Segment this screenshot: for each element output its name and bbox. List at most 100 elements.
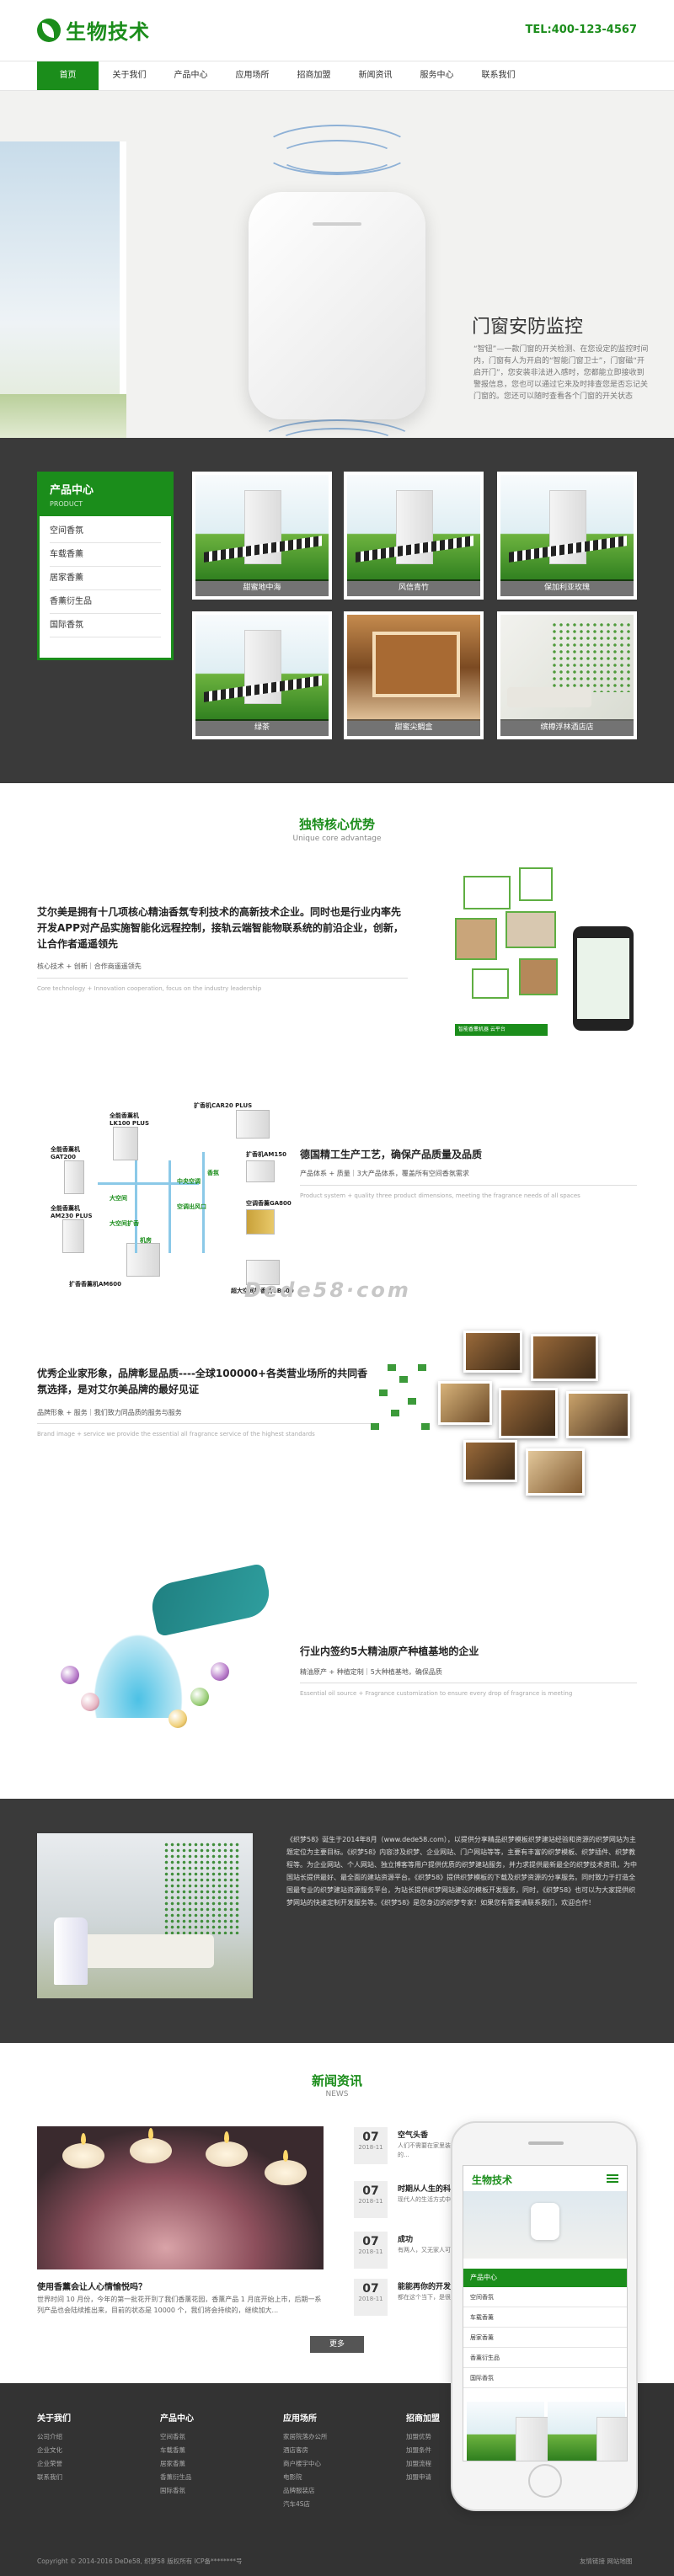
mobile-category-item: 车载香薰: [463, 2307, 627, 2328]
nav-item-franchise[interactable]: 招商加盟: [283, 61, 345, 90]
product-image: [500, 475, 634, 581]
equipment-label: 全能香薰机 GAT200: [51, 1146, 80, 1160]
product-tile[interactable]: 甜蜜地中海: [192, 472, 332, 600]
footer-link[interactable]: 联系我们: [37, 2471, 147, 2484]
equipment-illustration: 全能香薰机 LK100 PLUS 扩香机CAR20 PLUS 全能香薰机 GAT…: [51, 1101, 320, 1295]
equipment-label: 空调香薰GA800: [246, 1200, 292, 1207]
nav-item-home[interactable]: 首页: [37, 61, 99, 90]
news-date: 07 2018-11: [354, 2181, 388, 2218]
news-feature-image[interactable]: [37, 2126, 324, 2269]
product-tile[interactable]: 缤樽浮林酒店店: [497, 611, 637, 739]
news-more-button[interactable]: 更多: [310, 2336, 364, 2353]
footer-link[interactable]: 企业荣誉: [37, 2457, 147, 2471]
equipment-label: 机房: [140, 1237, 152, 1244]
advantage-heading: 艾尔美是拥有十几项核心精油香氛专利技术的高新技术企业。同时也是行业内率先开发AP…: [37, 906, 404, 950]
product-image: [347, 475, 480, 581]
equipment-label: 香氛: [207, 1170, 219, 1176]
news-date: 07 2018-11: [354, 2232, 388, 2269]
product-tile[interactable]: 风信青竹: [344, 472, 484, 600]
nav-item-about[interactable]: 关于我们: [99, 61, 160, 90]
footer-link[interactable]: 酒店客房: [283, 2444, 393, 2457]
category-item[interactable]: 居家香薰: [50, 567, 161, 590]
footer-link[interactable]: 商户楼宇中心: [283, 2457, 393, 2471]
divider: [37, 978, 408, 979]
badge-label: 智能香薰机器 云平台: [455, 1024, 548, 1036]
nav-item-applications[interactable]: 应用场所: [222, 61, 283, 90]
footer-column: 关于我们 公司介绍 企业文化 企业荣誉 联系我们: [37, 2411, 147, 2484]
phone-home-button: [528, 2464, 562, 2498]
advantages-title: 独特核心优势: [298, 817, 375, 832]
nav-item-contact[interactable]: 联系我们: [468, 61, 529, 90]
mobile-category-item: 香薰衍生品: [463, 2348, 627, 2368]
herb-ball-image: [190, 1688, 209, 1706]
category-item[interactable]: 国际香氛: [50, 614, 161, 637]
news-title: 新闻资讯: [311, 2073, 362, 2088]
advantage-heading: 德国精工生产工艺，确保产品质量及品质: [300, 1149, 483, 1160]
product-image: [347, 615, 480, 721]
news-feature-title[interactable]: 使用香薰会让人心情愉悦吗？: [37, 2280, 147, 2292]
page: 生物技术 TEL:400-123-4567 首页 关于我们 产品中心 应用场所 …: [0, 0, 674, 2576]
advantage-meta: 品牌形象 + 服务｜我们致力同品质的服务与服务: [37, 1409, 182, 1416]
footer-link[interactable]: 电影院: [283, 2471, 393, 2484]
news-item-title[interactable]: 空气头香: [398, 2129, 428, 2140]
footer-link[interactable]: 空间香氛: [160, 2430, 270, 2444]
nav-item-products[interactable]: 产品中心: [160, 61, 222, 90]
product-caption: 绿茶: [195, 719, 329, 736]
product-caption: 风信青竹: [347, 579, 480, 596]
advantage-meta: 核心技术 + 创新｜合作商遥遥领先: [37, 963, 142, 970]
phone-screen: 生物技术 产品中心 空间香氛 车载香薰 居家香薰 香薰衍生品 国际香氛: [463, 2165, 628, 2461]
footer-link[interactable]: 家居院落办公所: [283, 2430, 393, 2444]
advantage-en: Essential oil source + Fragrance customi…: [300, 1690, 573, 1697]
news-item-title[interactable]: 成功: [398, 2233, 413, 2244]
main-nav: 首页 关于我们 产品中心 应用场所 招商加盟 新闻资讯 服务中心 联系我们: [0, 61, 674, 91]
phone-mockup: 生物技术 产品中心 空间香氛 车载香薰 居家香薰 香薰衍生品 国际香氛: [451, 2121, 638, 2511]
footer-link[interactable]: 国际香氛: [160, 2484, 270, 2498]
footer-column-title: 应用场所: [283, 2414, 317, 2424]
footer-link[interactable]: 企业文化: [37, 2444, 147, 2457]
herb-ball-image: [211, 1662, 229, 1681]
watermark-text: Dede58·com: [244, 1278, 411, 1302]
product-caption: 缤樽浮林酒店店: [500, 719, 634, 736]
divider: [37, 1423, 374, 1424]
product-caption: 甜蜜尖鲷盒: [347, 719, 480, 736]
mobile-product-tiles: [467, 2402, 627, 2461]
footer-link[interactable]: 公司介绍: [37, 2430, 147, 2444]
signal-wave: [261, 125, 413, 175]
product-tile[interactable]: 绿茶: [192, 611, 332, 739]
store-collage-illustration: [371, 1314, 649, 1507]
nav-item-news[interactable]: 新闻资讯: [345, 61, 406, 90]
herb-ball-image: [61, 1666, 79, 1684]
product-tile[interactable]: 保加利亚玫瑰: [497, 472, 637, 600]
news-month: 2018-11: [358, 2198, 383, 2205]
category-item[interactable]: 车载香薰: [50, 543, 161, 567]
advantage-en: Core technology + Innovation cooperation…: [37, 985, 262, 992]
news-feature-desc: 世界时间 10 月份，今年的第一批花开到了我们香薰花园，香薰产品 1 月底开始上…: [37, 2296, 322, 2314]
footer-link[interactable]: 品牌服装店: [283, 2484, 393, 2498]
footer-link[interactable]: 居家香薰: [160, 2457, 270, 2471]
footer-link[interactable]: 汽车4S店: [283, 2498, 393, 2511]
product-image: [195, 475, 329, 581]
nav-item-service[interactable]: 服务中心: [406, 61, 468, 90]
product-tile[interactable]: 甜蜜尖鲷盒: [344, 611, 484, 739]
category-item[interactable]: 香薰衍生品: [50, 590, 161, 614]
banner-description: “智钮”—一款门窗的开关检测、在您设定的监控时间内，门窗有人为开启的“智能门窗卫…: [473, 345, 649, 401]
news-date: 07 2018-11: [354, 2127, 388, 2164]
footer-extra-links[interactable]: 友情链接 网站地图: [580, 2557, 632, 2566]
equipment-label: 扩香香薰机AM600: [69, 1281, 121, 1288]
herb-ball-image: [168, 1709, 187, 1728]
banner-title: 门窗安防监控: [472, 317, 584, 338]
advantage-en: Product system + quality three product d…: [300, 1192, 580, 1199]
footer-link[interactable]: 车载香薰: [160, 2444, 270, 2457]
hero-banner[interactable]: 门窗安防监控 “智钮”—一款门窗的开关检测、在您设定的监控时间内，门窗有人为开启…: [0, 91, 674, 438]
logo[interactable]: 生物技术: [37, 15, 150, 45]
hamburger-menu-icon: [607, 2174, 618, 2183]
flask-image: [88, 1625, 189, 1718]
footer-link[interactable]: 香薰衍生品: [160, 2471, 270, 2484]
signal-wave: [257, 419, 417, 438]
mobile-category-item: 国际香氛: [463, 2368, 627, 2388]
footer-column-title: 产品中心: [160, 2414, 194, 2424]
divider: [300, 1185, 637, 1186]
window-image: [0, 141, 126, 438]
product-image: [500, 615, 634, 721]
category-item[interactable]: 空间香氛: [50, 520, 161, 543]
